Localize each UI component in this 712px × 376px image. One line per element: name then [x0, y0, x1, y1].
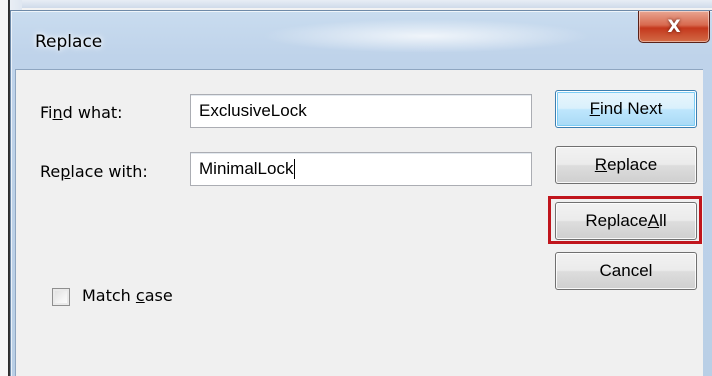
- window-title: Replace: [35, 32, 103, 52]
- title-glow: [261, 19, 591, 53]
- find-what-value: ExclusiveLock: [199, 101, 307, 120]
- close-icon: X: [667, 16, 681, 37]
- replace-button[interactable]: Replace: [555, 146, 697, 184]
- cancel-button[interactable]: Cancel: [555, 252, 697, 290]
- match-case-checkbox[interactable]: [52, 288, 70, 306]
- replace-with-input[interactable]: MinimalLock: [190, 152, 532, 186]
- find-next-button[interactable]: Find Next: [555, 90, 697, 128]
- background-desktop-top: [0, 0, 712, 8]
- replace-with-label: Replace with:: [40, 162, 148, 181]
- match-case-label[interactable]: Match case: [82, 286, 173, 305]
- close-button[interactable]: X: [638, 11, 710, 43]
- replace-all-highlight: [548, 196, 702, 244]
- find-what-input[interactable]: ExclusiveLock: [190, 94, 532, 128]
- find-what-label: Find what:: [40, 103, 123, 122]
- text-caret: [294, 159, 296, 179]
- replace-with-value: MinimalLock: [199, 159, 294, 178]
- title-bar[interactable]: Replace X: [11, 11, 712, 71]
- screen: Replace X Find what: ExclusiveLock Repla…: [0, 0, 712, 376]
